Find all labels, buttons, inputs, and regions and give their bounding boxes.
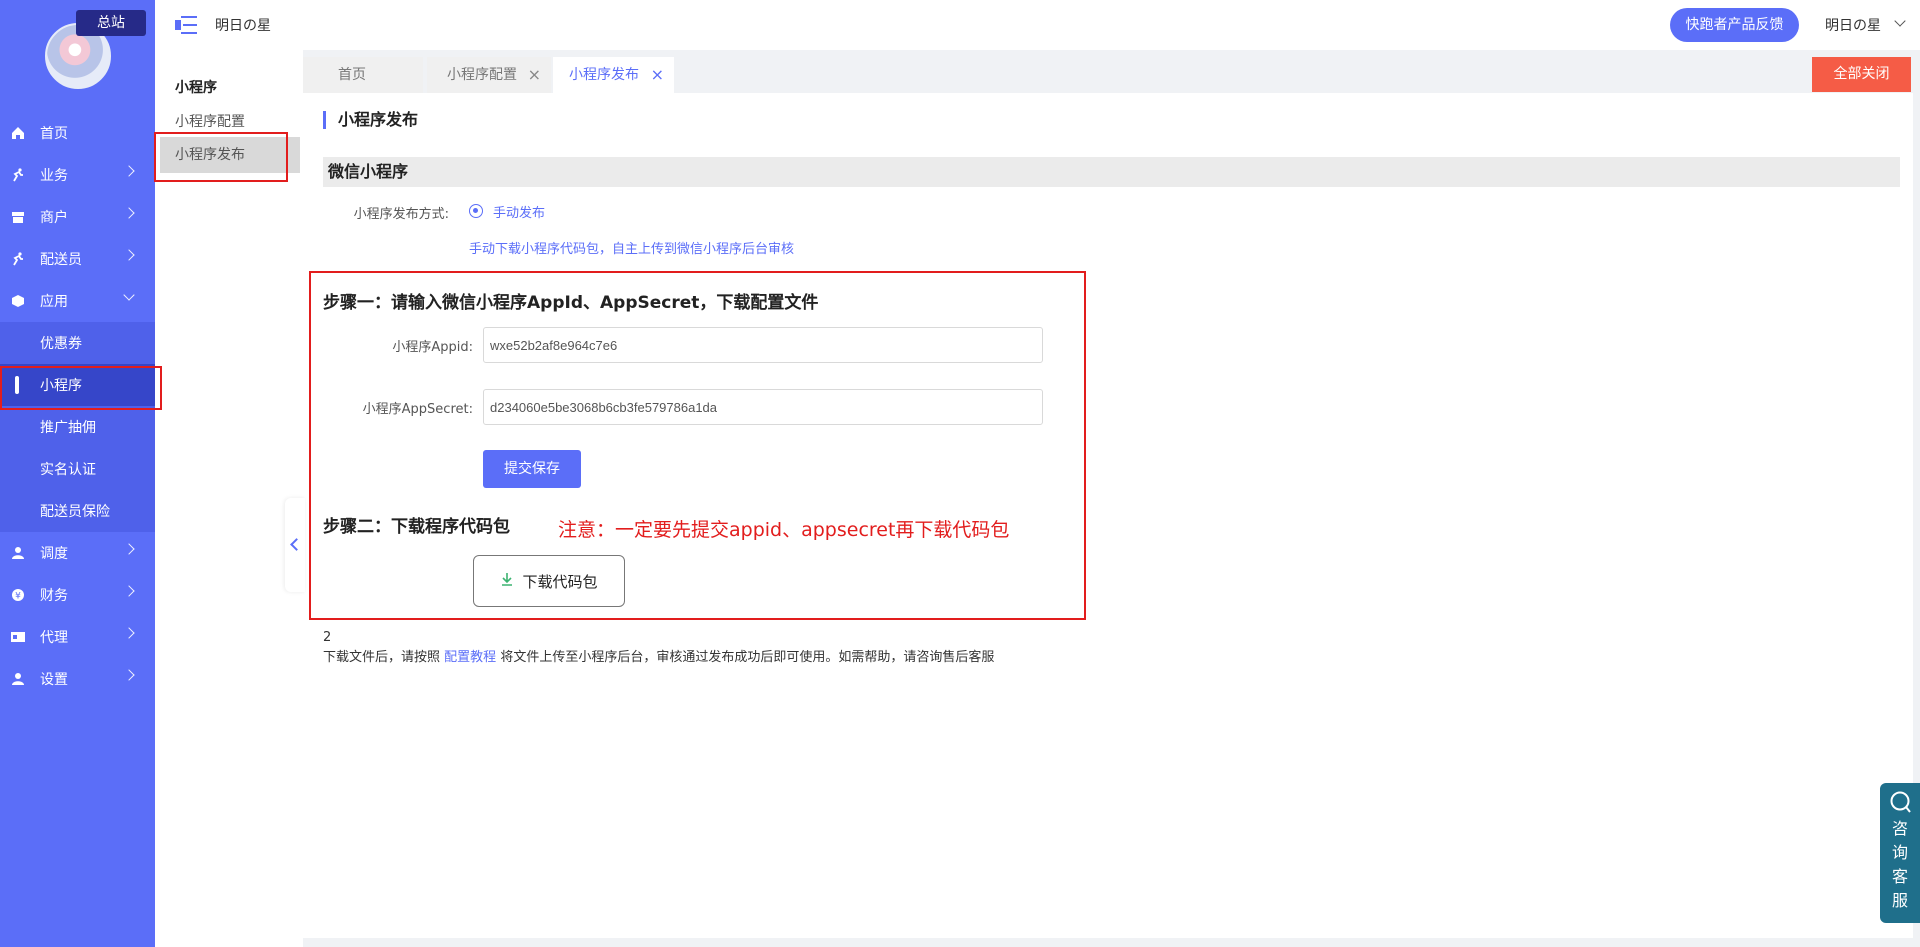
sidebar-submenu: 优惠券 小程序 推广抽佣 实名认证 配送员保险 [0,322,155,532]
sidebar-item-agent[interactable]: 代理 [0,616,155,658]
chevron-right-icon [123,165,135,177]
radio-manual-publish-label[interactable]: 手动发布 [493,202,545,221]
sidebar-item-courier[interactable]: 配送员 [0,238,155,280]
radio-manual-publish[interactable] [469,204,483,218]
sidebar-item-insurance[interactable]: 配送员保险 [0,490,155,532]
footnote-prefix: 下载文件后，请按照 [323,650,441,665]
top-header: 明日の星 快跑者产品反馈 明日の星 [155,0,1920,50]
user-menu[interactable]: 明日の星 [1825,15,1881,35]
service-label: 咨 询 客 服 [1880,817,1920,913]
user-icon [10,545,26,561]
run-icon [10,167,26,183]
footnote-number: 2 [323,630,332,645]
service-char: 客 [1891,867,1908,886]
sidebar-item-label: 推广抽佣 [40,420,96,436]
footnote-text: 下载文件后，请按照 配置教程 将文件上传至小程序后台，审核通过发布成功后即可使用… [323,648,994,668]
home-icon [10,125,26,141]
chevron-right-icon [123,543,135,555]
sidebar-item-dispatch[interactable]: 调度 [0,532,155,574]
sidebar-item-label: 首页 [40,126,68,142]
shop-icon [10,209,26,225]
footnote-suffix: 将文件上传至小程序后台，审核通过发布成功后即可使用。如需帮助，请咨询售后客服 [500,650,995,665]
tab-home[interactable]: 首页 [303,57,423,93]
secondary-menu-title: 小程序 [175,80,217,96]
menu-toggle-icon[interactable] [175,16,197,34]
tab-miniprogram-publish[interactable]: 小程序发布 × [553,57,674,93]
brand-name: 明日の星 [215,18,271,34]
sidebar-item-apps[interactable]: 应用 [0,280,155,322]
close-icon[interactable]: × [651,57,664,93]
sidebar-item-finance[interactable]: ¥ 财务 [0,574,155,616]
close-icon[interactable]: × [528,57,541,93]
feedback-button[interactable]: 快跑者产品反馈 [1670,8,1799,42]
chevron-right-icon [123,249,135,261]
chevron-down-icon[interactable] [1894,15,1906,27]
sidebar-item-label: 配送员保险 [40,504,110,520]
sidebar-item-label: 代理 [40,630,68,646]
service-char: 咨 [1891,819,1908,838]
service-char: 服 [1891,891,1908,910]
sidebar-item-label: 商户 [40,210,68,226]
sidebar-item-home[interactable]: 首页 [0,112,155,154]
service-char: 询 [1891,843,1908,862]
svg-text:¥: ¥ [15,592,21,602]
sidebar-item-commission[interactable]: 推广抽佣 [0,406,155,448]
chevron-right-icon [123,669,135,681]
annotation-box-sidebar [0,366,162,410]
footnote: 2 下载文件后，请按照 配置教程 将文件上传至小程序后台，审核通过发布成功后即可… [323,628,994,668]
collapse-handle[interactable] [285,498,305,592]
sidebar: 总站 首页 业务 商户 配送员 应用 优惠券 小程序 推广抽佣 实名认证 配送员… [0,0,155,947]
chevron-right-icon [123,585,135,597]
user-icon [10,671,26,687]
sidebar-item-label: 配送员 [40,252,82,268]
tab-miniprogram-config[interactable]: 小程序配置 × [427,57,551,93]
annotation-box-menu [154,132,288,182]
secondary-menu: 小程序 小程序配置 小程序发布 [155,50,303,947]
sidebar-item-label: 应用 [40,294,68,310]
close-all-button[interactable]: 全部关闭 [1812,57,1911,92]
card-icon [10,629,26,645]
sidebar-item-merchant[interactable]: 商户 [0,196,155,238]
chevron-right-icon [123,207,135,219]
site-tag: 总站 [76,10,146,36]
sidebar-item-label: 财务 [40,588,68,604]
run-icon [10,251,26,267]
cube-icon [10,293,26,309]
sidebar-item-label: 优惠券 [40,336,82,352]
publish-method-label: 小程序发布方式: [353,207,449,222]
section-header: 微信小程序 [323,157,1900,187]
customer-service-float[interactable]: 咨 询 客 服 [1880,783,1920,923]
config-tutorial-link[interactable]: 配置教程 [444,650,496,665]
page-title: 小程序发布 [323,111,418,129]
sidebar-item-business[interactable]: 业务 [0,154,155,196]
chat-icon [1888,791,1912,817]
sidebar-item-label: 实名认证 [40,462,96,478]
sidebar-item-coupon[interactable]: 优惠券 [0,322,155,364]
chevron-right-icon [123,627,135,639]
sidebar-item-label: 设置 [40,672,68,688]
tab-label: 小程序发布 [569,67,639,83]
sidebar-item-label: 业务 [40,168,68,184]
tab-label: 首页 [338,67,366,83]
sidebar-item-verification[interactable]: 实名认证 [0,448,155,490]
annotation-box-steps [309,271,1086,620]
coin-icon: ¥ [10,587,26,603]
tab-label: 小程序配置 [447,67,517,83]
chevron-down-icon [123,289,135,301]
publish-hint: 手动下载小程序代码包，自主上传到微信小程序后台审核 [469,242,795,257]
sidebar-item-settings[interactable]: 设置 [0,658,155,700]
menu-item-miniprogram-config[interactable]: 小程序配置 [175,111,245,131]
sidebar-item-label: 调度 [40,546,68,562]
